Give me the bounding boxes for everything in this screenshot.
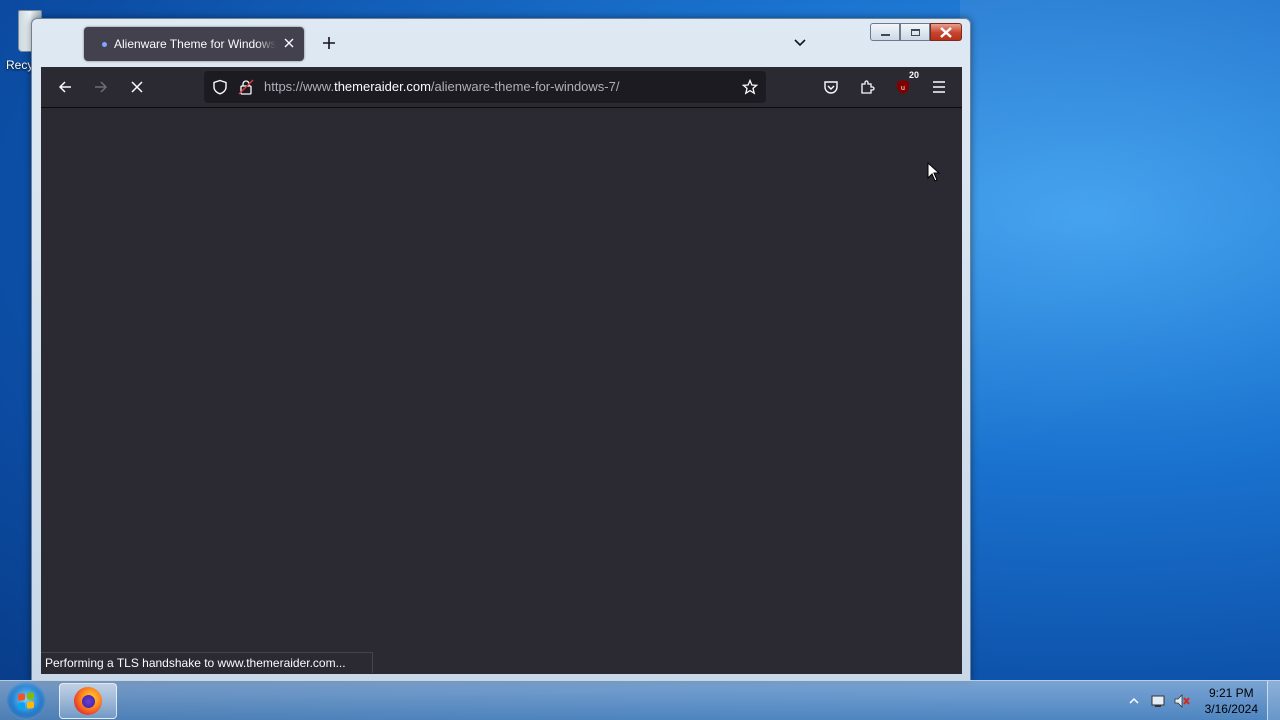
start-button[interactable] <box>6 682 46 720</box>
nav-toolbar: https://www.themeraider.com/alienware-th… <box>41 67 962 108</box>
stop-button[interactable] <box>123 73 151 101</box>
url-path: /alienware-theme-for-windows-7/ <box>430 79 620 94</box>
url-prefix: https://www. <box>264 79 335 94</box>
forward-button[interactable] <box>87 73 115 101</box>
tab-close-button[interactable] <box>282 37 296 51</box>
show-hidden-icons-button[interactable] <box>1125 692 1143 710</box>
firefox-icon <box>74 687 102 715</box>
stop-icon <box>131 81 143 93</box>
system-tray: 9:21 PM 3/16/2024 <box>1119 681 1258 720</box>
hamburger-menu-icon <box>933 81 945 93</box>
clock[interactable]: 9:21 PM 3/16/2024 <box>1205 685 1258 717</box>
page-content <box>41 108 962 674</box>
url-text[interactable]: https://www.themeraider.com/alienware-th… <box>264 79 619 94</box>
plus-icon <box>323 37 335 49</box>
clock-date: 3/16/2024 <box>1204 702 1258 716</box>
windows-logo-icon <box>18 692 34 710</box>
loading-dot-icon <box>102 41 107 47</box>
pocket-icon <box>824 81 838 94</box>
close-icon <box>284 38 294 48</box>
taskbar: 9:21 PM 3/16/2024 <box>0 680 1280 720</box>
taskbar-firefox-button[interactable] <box>59 683 117 719</box>
chevron-down-icon <box>794 39 806 47</box>
chevron-up-icon <box>1129 697 1139 704</box>
url-bar[interactable]: https://www.themeraider.com/alienware-th… <box>204 71 766 103</box>
back-arrow-icon <box>58 81 71 93</box>
forward-arrow-icon <box>95 81 108 93</box>
flag-icon <box>1151 695 1165 707</box>
app-menu-button[interactable] <box>925 73 953 101</box>
tab-strip: Alienware Theme for Windows 7 <box>40 25 960 67</box>
volume-button[interactable] <box>1173 692 1191 710</box>
show-desktop-button[interactable] <box>1267 681 1280 720</box>
shield-icon <box>213 79 227 95</box>
url-host: themeraider.com <box>334 79 431 94</box>
tab-active[interactable]: Alienware Theme for Windows 7 <box>84 27 304 61</box>
new-tab-button[interactable] <box>318 33 340 55</box>
status-panel: Performing a TLS handshake to www.themer… <box>41 652 373 673</box>
volume-muted-icon <box>1174 694 1190 708</box>
ublock-icon: u <box>897 80 909 94</box>
extension-badge: 20 <box>907 70 922 80</box>
list-all-tabs-button[interactable] <box>792 35 808 51</box>
site-info-button[interactable] <box>238 79 254 100</box>
tab-title: Alienware Theme for Windows 7 <box>114 37 276 51</box>
clock-time: 9:21 PM <box>1208 686 1254 700</box>
recycle-bin-label: Recy <box>6 58 34 72</box>
tracking-protection-button[interactable] <box>212 79 228 100</box>
desktop-background <box>960 0 1280 680</box>
back-button[interactable] <box>51 73 79 101</box>
pocket-button[interactable] <box>817 73 845 101</box>
extensions-icon <box>861 80 875 94</box>
mouse-cursor-icon <box>927 162 941 182</box>
extensions-button[interactable] <box>853 73 881 101</box>
lock-icon <box>238 79 254 95</box>
svg-text:u: u <box>901 85 905 92</box>
browser-window: Alienware Theme for Windows 7 https://ww… <box>31 18 971 681</box>
star-icon <box>741 78 759 95</box>
bookmark-button[interactable] <box>741 78 759 100</box>
action-center-button[interactable] <box>1149 692 1167 710</box>
